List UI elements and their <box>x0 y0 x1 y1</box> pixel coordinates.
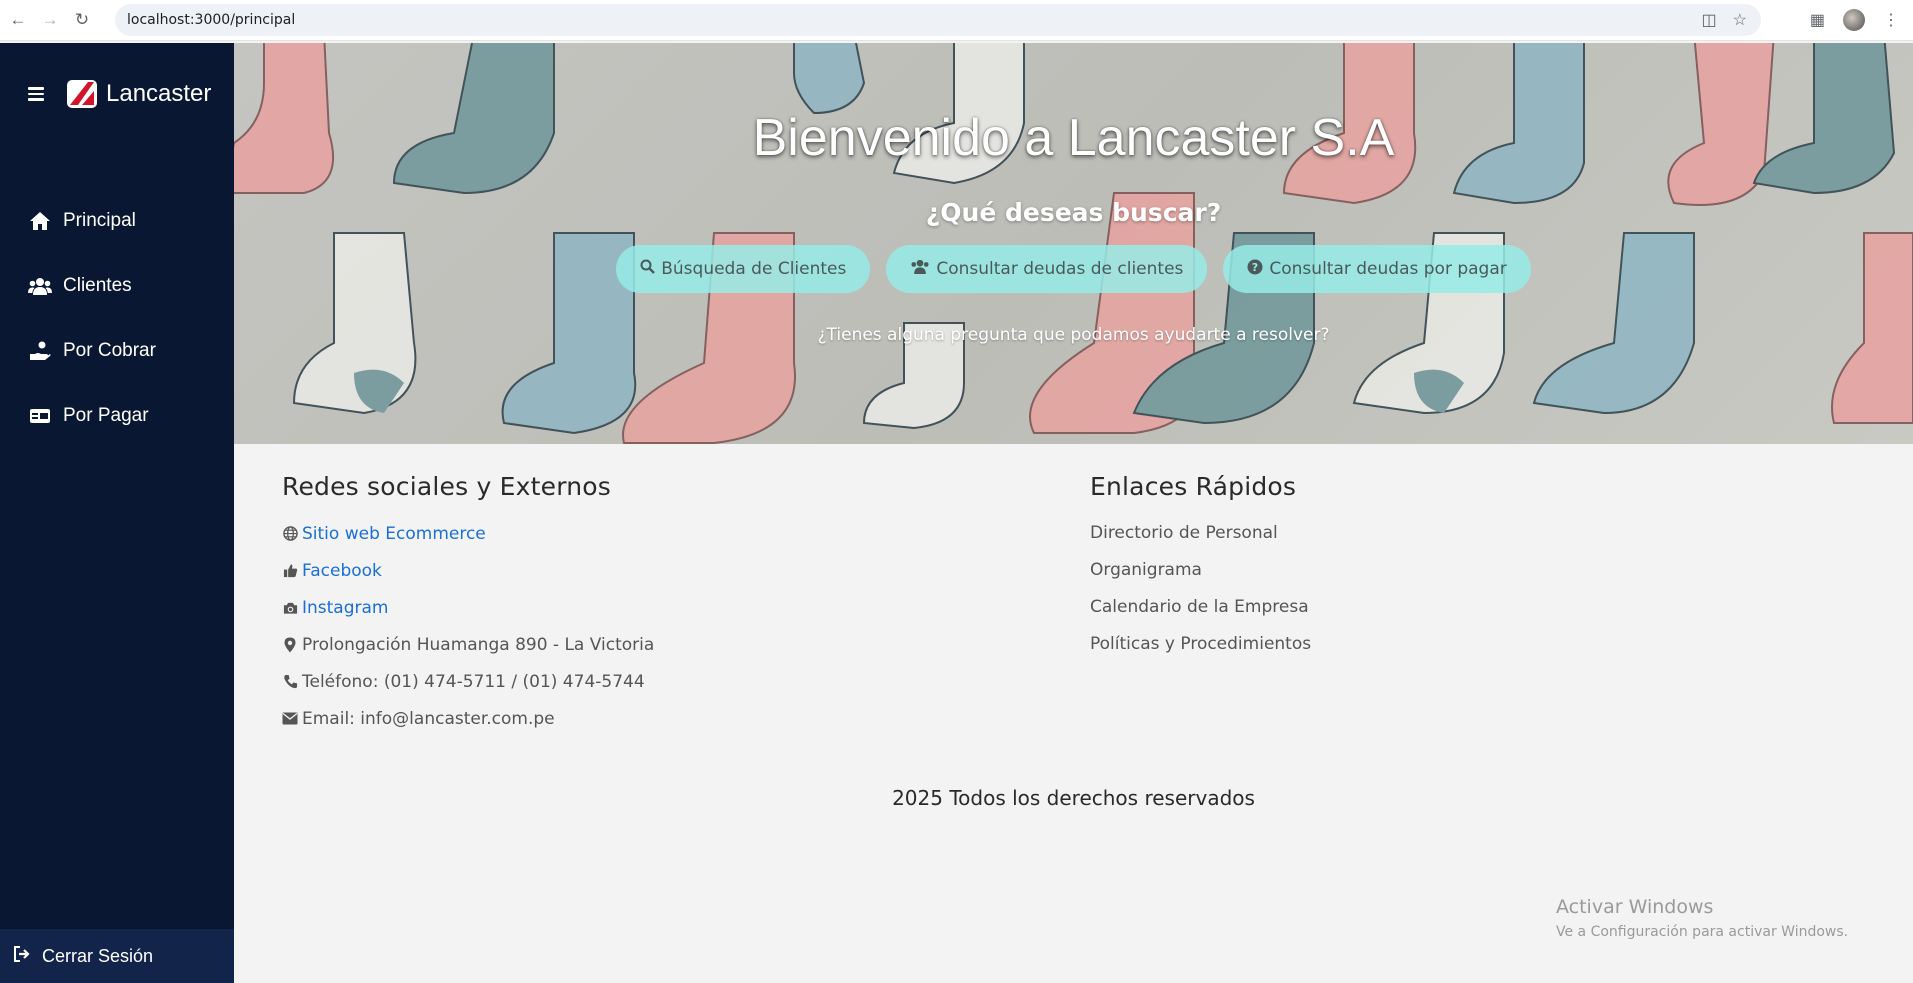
social-link-facebook: Facebook <box>282 552 654 589</box>
email-text: Email: info@lancaster.com.pe <box>302 708 555 729</box>
logout-label: Cerrar Sesión <box>42 945 154 966</box>
quick-links-column: Enlaces Rápidos Directorio de Personal O… <box>1090 472 1311 663</box>
url-text[interactable]: localhost:3000/principal <box>127 12 295 28</box>
sidebar-item-clientes[interactable]: Clientes <box>0 253 234 318</box>
globe-icon <box>282 526 298 542</box>
translate-icon[interactable]: ◫ <box>1702 10 1717 30</box>
lancaster-logo <box>67 80 97 108</box>
sidebar-item-label: Principal <box>63 209 136 231</box>
quick-link-organigrama[interactable]: Organigrama <box>1090 552 1311 589</box>
search-clients-label: Búsqueda de Clientes <box>661 259 847 279</box>
address-bar[interactable]: i localhost:3000/principal ◫ ☆ <box>115 4 1761 464</box>
instagram-link[interactable]: Instagram <box>302 598 389 618</box>
brand-name: Lancaster <box>106 80 212 107</box>
question-circle-icon: ? <box>1247 259 1263 280</box>
svg-text:?: ? <box>1252 261 1258 274</box>
forward-icon[interactable]: → <box>36 6 64 34</box>
hero-subtitle: ¿Qué deseas buscar? <box>925 198 1222 227</box>
brand: Lancaster <box>28 79 211 109</box>
social-link-instagram: Instagram <box>282 589 654 626</box>
address-row: Prolongación Huamanga 890 - La Victoria <box>282 626 654 663</box>
phone-text: Teléfono: (01) 474-5711 / (01) 474-5744 <box>302 671 645 692</box>
payable-debts-button[interactable]: ? Consultar deudas por pagar <box>1223 245 1531 293</box>
facebook-link[interactable]: Facebook <box>302 561 382 581</box>
profile-avatar[interactable] <box>1843 9 1865 31</box>
search-icon <box>640 259 656 279</box>
bookmark-star-icon[interactable]: ☆ <box>1733 10 1747 30</box>
watermark-subtitle: Ve a Configuración para activar Windows. <box>1556 924 1849 940</box>
hero-banner: Bienvenido a Lancaster S.A ¿Qué deseas b… <box>234 43 1913 444</box>
hamburger-menu-icon[interactable] <box>28 84 44 104</box>
browser-menu-icon[interactable]: ⋮ <box>1883 10 1899 30</box>
extensions-icon[interactable]: ▦ <box>1810 10 1825 30</box>
social-heading: Redes sociales y Externos <box>282 472 611 501</box>
quick-link-directorio[interactable]: Directorio de Personal <box>1090 515 1311 552</box>
sidebar-item-por-pagar[interactable]: Por Pagar <box>0 383 234 448</box>
phone-icon <box>282 674 298 690</box>
social-column: Redes sociales y Externos Sitio web Ecom… <box>282 472 654 737</box>
sidebar: Lancaster Principal Clientes Por Cobrar … <box>0 43 234 983</box>
thumbs-up-icon <box>282 563 298 579</box>
card-icon <box>28 406 52 426</box>
sidebar-item-label: Por Cobrar <box>63 339 156 361</box>
footer-copyright: 2025 Todos los derechos reservados <box>892 786 1255 810</box>
social-link-ecommerce: Sitio web Ecommerce <box>282 515 654 552</box>
client-debts-button[interactable]: Consultar deudas de clientes <box>886 245 1208 293</box>
watermark-title: Activar Windows <box>1556 896 1714 918</box>
back-icon[interactable]: ← <box>4 6 32 34</box>
email-row: Email: info@lancaster.com.pe <box>282 700 654 737</box>
sidebar-item-principal[interactable]: Principal <box>0 188 234 253</box>
ecommerce-link[interactable]: Sitio web Ecommerce <box>302 524 486 544</box>
quick-links-heading: Enlaces Rápidos <box>1090 472 1297 501</box>
sidebar-item-por-cobrar[interactable]: Por Cobrar <box>0 318 234 383</box>
quick-link-politicas[interactable]: Políticas y Procedimientos <box>1090 626 1311 663</box>
camera-icon <box>282 600 298 616</box>
reload-icon[interactable]: ↻ <box>68 6 96 34</box>
users-icon <box>910 259 930 279</box>
map-marker-icon <box>282 637 298 653</box>
phone-row: Teléfono: (01) 474-5711 / (01) 474-5744 <box>282 663 654 700</box>
hero-question: ¿Tienes alguna pregunta que podamos ayud… <box>817 325 1330 345</box>
logout-button[interactable]: Cerrar Sesión <box>0 929 234 983</box>
search-clients-button[interactable]: Búsqueda de Clientes <box>616 245 871 293</box>
hero-content: Bienvenido a Lancaster S.A ¿Qué deseas b… <box>234 43 1913 444</box>
sidebar-item-label: Clientes <box>63 274 132 296</box>
sign-out-icon <box>14 945 32 967</box>
envelope-icon <box>282 711 298 727</box>
hero-buttons: Búsqueda de Clientes Consultar deudas de… <box>234 245 1913 293</box>
hero-title: Bienvenido a Lancaster S.A <box>752 109 1395 167</box>
sidebar-menu: Principal Clientes Por Cobrar Por Pagar <box>0 188 234 448</box>
users-icon <box>28 276 52 296</box>
browser-toolbar: ← → ↻ i localhost:3000/principal ◫ ☆ ▦ ⋮ <box>0 0 1913 464</box>
quick-link-calendario[interactable]: Calendario de la Empresa <box>1090 589 1311 626</box>
hand-coin-icon <box>28 341 52 361</box>
home-icon <box>28 211 52 231</box>
sidebar-item-label: Por Pagar <box>63 404 149 426</box>
windows-activation-watermark: Activar Windows Ve a Configuración para … <box>1556 896 1848 940</box>
payable-debts-label: Consultar deudas por pagar <box>1269 259 1507 279</box>
address-text: Prolongación Huamanga 890 - La Victoria <box>302 634 655 655</box>
client-debts-label: Consultar deudas de clientes <box>936 259 1184 279</box>
